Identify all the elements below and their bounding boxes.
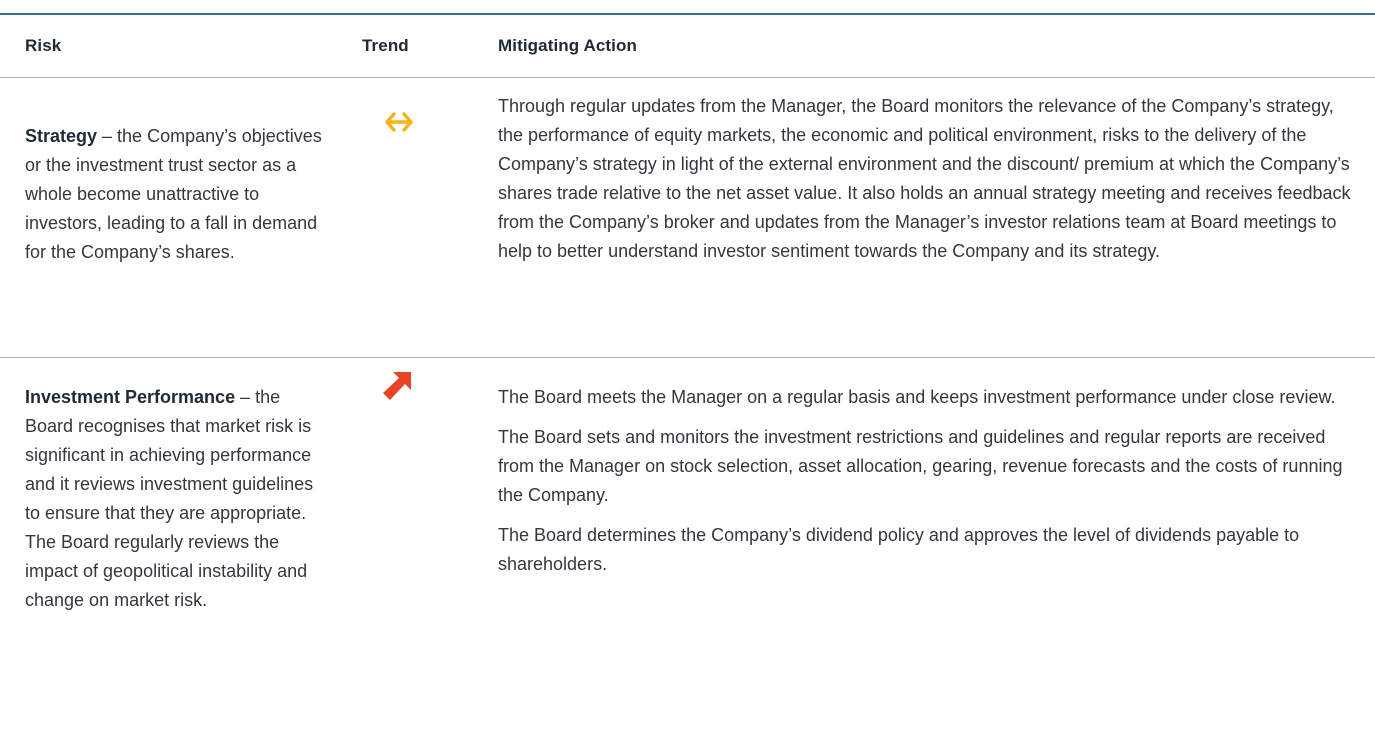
- risk-cell-strategy: Strategy – the Company’s objectives or t…: [25, 122, 323, 267]
- header-risk: Risk: [25, 36, 62, 55]
- risk-name: Investment Performance: [25, 387, 236, 407]
- action-cell-strategy: Through regular updates from the Manager…: [498, 92, 1356, 277]
- risk-cell-investment-performance: Investment Performance – the Board recog…: [25, 383, 323, 615]
- action-paragraph: The Board sets and monitors the investme…: [498, 427, 1343, 505]
- risk-table: Risk Trend Mitigating Action Strategy – …: [0, 0, 1375, 737]
- risk-description: – the Company’s objectives or the invest…: [25, 126, 322, 262]
- row-divider: [0, 357, 1375, 358]
- header-trend: Trend: [362, 36, 409, 55]
- horizontal-double-arrow-icon: [385, 112, 413, 132]
- action-paragraph: Through regular updates from the Manager…: [498, 96, 1351, 261]
- up-right-arrow-icon: [383, 372, 411, 400]
- risk-name: Strategy: [25, 126, 98, 146]
- action-cell-investment-performance: The Board meets the Manager on a regular…: [498, 383, 1356, 590]
- header-mitigating-action: Mitigating Action: [498, 36, 637, 55]
- action-paragraph: The Board determines the Company’s divid…: [498, 525, 1300, 574]
- risk-description: – the Board recognises that market risk …: [25, 387, 314, 610]
- header-divider: [0, 77, 1375, 78]
- action-paragraph: The Board meets the Manager on a regular…: [498, 387, 1336, 407]
- table-top-rule: [0, 13, 1375, 15]
